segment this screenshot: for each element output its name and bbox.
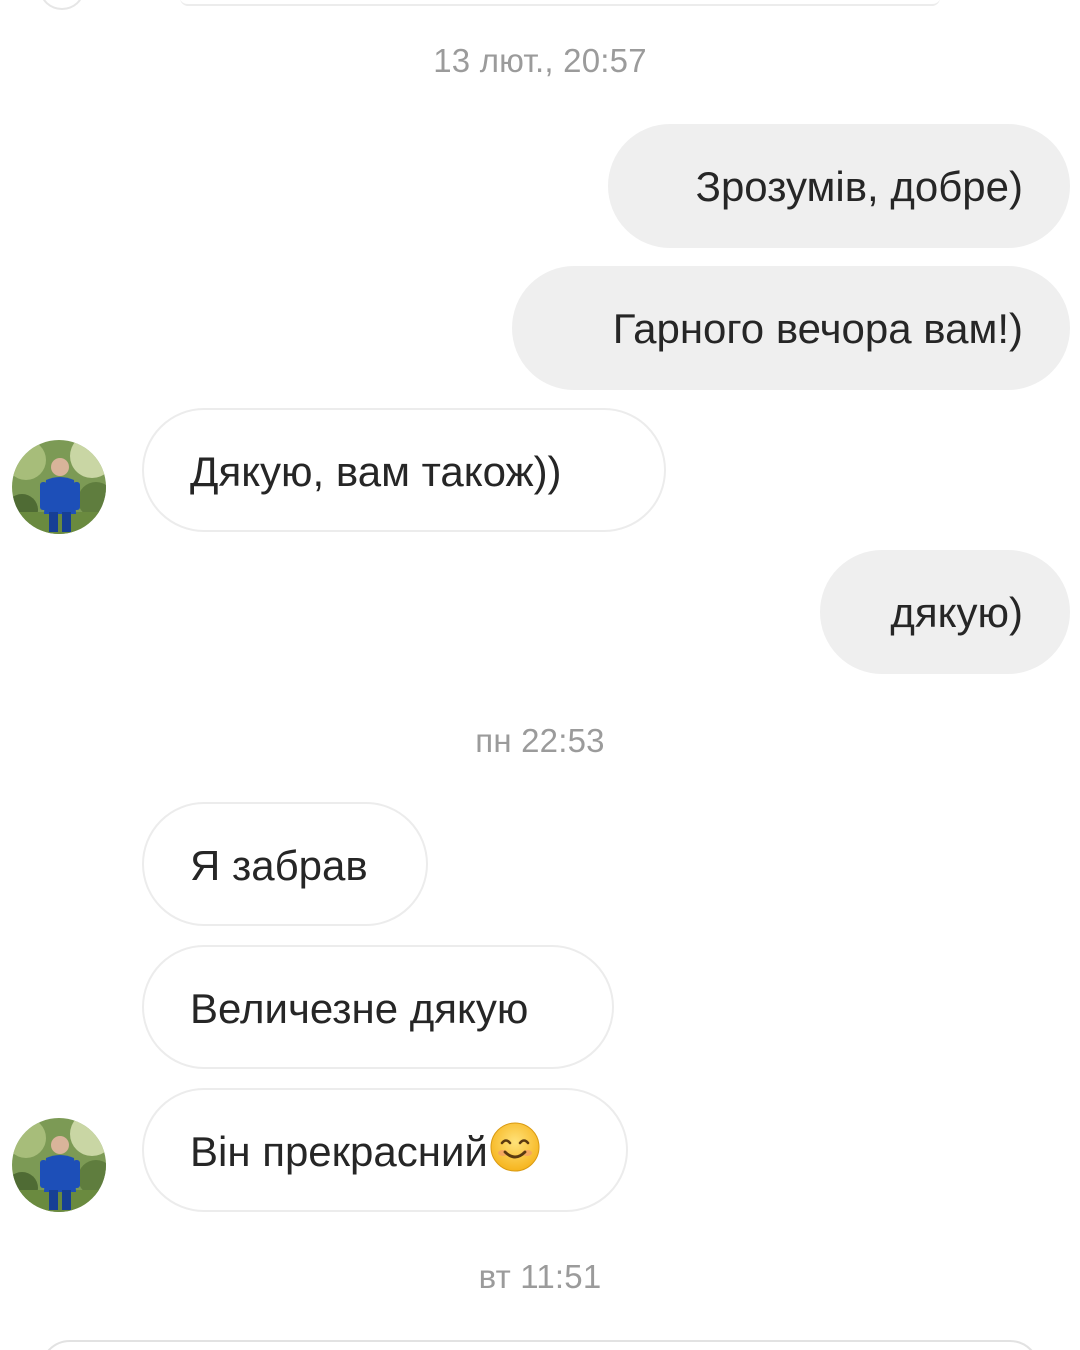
next-bubble-edge [40,1340,1040,1350]
message-text: Дякую, вам також)) [190,448,562,495]
message-text: дякую) [890,589,1023,636]
message-text: Він прекрасний [190,1128,488,1175]
timestamp: вт 11:51 [478,1258,602,1295]
smiling-face-emoji [490,1122,540,1172]
conversation-thread[interactable]: 13 лют., 20:57 Зрозумів, добре) Гарного … [0,0,1080,1350]
avatar-edge [40,0,84,10]
incoming-message[interactable]: Величезне дякую [142,945,614,1069]
incoming-message[interactable]: Він прекрасний [142,1088,628,1212]
outgoing-message[interactable]: Зрозумів, добре) [608,124,1070,248]
sender-avatar[interactable] [12,1118,106,1212]
outgoing-message[interactable]: дякую) [820,550,1070,674]
message-text: Величезне дякую [190,985,529,1032]
profile-photo-avatar [12,1118,106,1212]
outgoing-message[interactable]: Гарного вечора вам!) [512,266,1070,390]
previous-bubble-edge [180,0,940,6]
profile-photo-avatar [12,440,106,534]
message-text: Зрозумів, добре) [695,163,1023,210]
incoming-message[interactable]: Я забрав [142,802,428,926]
sender-avatar[interactable] [12,440,106,534]
timestamp: пн 22:53 [475,722,605,759]
incoming-message[interactable]: Дякую, вам також)) [142,408,666,532]
timestamp: 13 лют., 20:57 [433,42,647,79]
message-text: Гарного вечора вам!) [612,305,1023,352]
message-text: Я забрав [190,842,368,889]
